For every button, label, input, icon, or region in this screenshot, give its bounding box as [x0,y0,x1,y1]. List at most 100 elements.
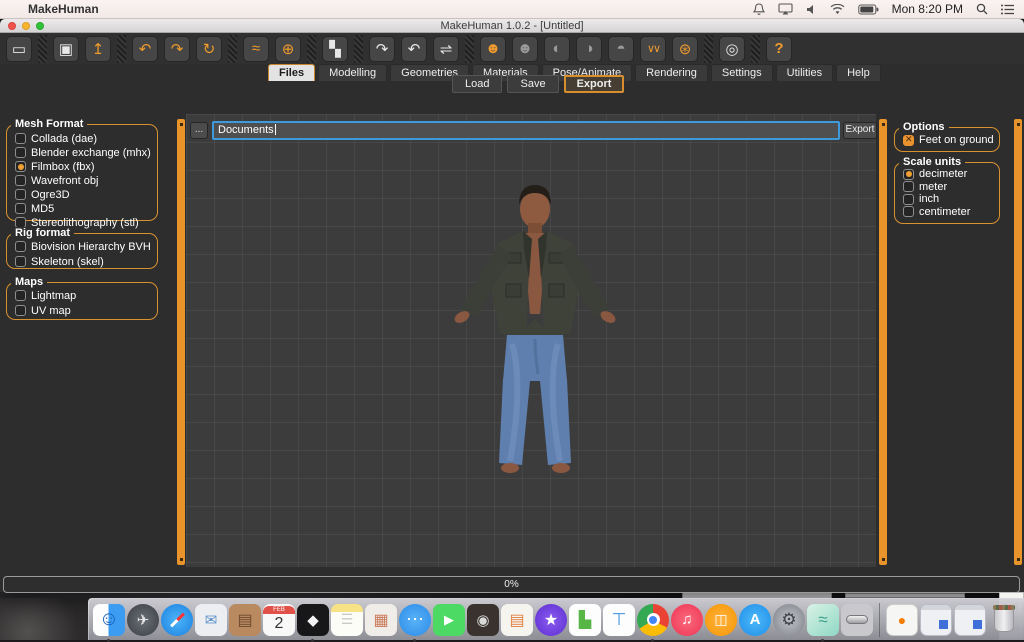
redo-icon[interactable]: ↷ [164,36,190,62]
front-view-icon[interactable]: ☻ [480,36,506,62]
right-panel-scrollbar[interactable] [879,119,887,565]
blender-file-icon[interactable]: ● [886,604,918,636]
notification-center-icon[interactable] [1001,4,1014,15]
right-view-icon[interactable]: ◐ [544,36,570,62]
grab-body-icon[interactable]: ⊛ [672,36,698,62]
ibooks-icon[interactable]: ◫ [705,604,737,636]
scale-units-group: Scale units decimeter meter inch centime… [894,162,1000,224]
background-icon[interactable]: ▚ [322,36,348,62]
bottom-view-icon[interactable]: ∨∨ [640,36,666,62]
numbers-icon[interactable]: ▙ [569,604,601,636]
makehuman-icon[interactable]: ≈ [807,604,839,636]
3d-viewport[interactable] [186,114,876,567]
checkbox-feet-on-ground[interactable]: Feet on ground [903,134,999,147]
radio-ogre3d[interactable]: Ogre3D [15,189,157,202]
reload-icon[interactable]: ↻ [196,36,222,62]
top-view-icon[interactable]: ◓ [608,36,634,62]
load-icon[interactable]: ↥ [85,36,111,62]
keynote-icon[interactable]: ⊤ [603,604,635,636]
spotlight-search-icon[interactable] [976,3,988,15]
radio-decimeter[interactable]: decimeter [903,168,999,181]
tab-help[interactable]: Help [836,64,881,81]
subtab-export[interactable]: Export [564,75,625,93]
unity-icon[interactable]: ◆ [297,604,329,636]
battery-icon[interactable] [858,4,879,15]
tab-settings[interactable]: Settings [711,64,773,81]
tab-modelling[interactable]: Modelling [318,64,387,81]
radio-inch[interactable]: inch [903,193,999,206]
subtab-load[interactable]: Load [452,75,502,93]
toolbar-separator [307,35,316,63]
help-icon[interactable]: ? [766,36,792,62]
checkbox-bvh[interactable]: Biovision Hierarchy BVH [15,241,157,254]
left-view-icon[interactable]: ◑ [576,36,602,62]
chrome-icon[interactable] [637,604,669,636]
tab-utilities[interactable]: Utilities [776,64,833,81]
sysprefs-icon[interactable]: ⚙ [773,604,805,636]
progress-bar: 0% [3,576,1020,593]
options-group: Options Feet on ground [894,127,1000,152]
safari-icon[interactable] [161,604,193,636]
radio-wavefront-obj[interactable]: Wavefront obj [15,175,157,188]
finder-window-icon-2[interactable] [954,604,986,636]
photobooth-icon[interactable]: ◉ [467,604,499,636]
radio-centimeter[interactable]: centimeter [903,206,999,219]
rotate-right-icon[interactable]: ↷ [369,36,395,62]
launchpad-icon[interactable]: ✈ [127,604,159,636]
smooth-icon[interactable]: ≈ [243,36,269,62]
mail-icon[interactable]: ✉ [195,604,227,636]
reset-view-icon[interactable]: ⇌ [433,36,459,62]
checkbox-uvmap[interactable]: UV map [15,305,157,318]
save-icon[interactable]: ▣ [53,36,79,62]
maps-group: Maps Lightmap UV map [6,282,158,320]
app-menu-title[interactable]: MakeHuman [28,2,99,16]
messages-icon[interactable]: ⋯ [399,604,431,636]
checkbox-lightmap[interactable]: Lightmap [15,290,157,303]
radio-md5[interactable]: MD5 [15,203,157,216]
toolbar-separator [354,35,363,63]
window-titlebar[interactable]: MakeHuman 1.0.2 - [Untitled] [0,19,1024,33]
grab-screen-icon[interactable]: ◎ [719,36,745,62]
subtab-save[interactable]: Save [507,75,558,93]
checkbox-skeleton[interactable]: Skeleton (skel) [15,256,157,269]
browse-button[interactable]: ... [190,122,208,139]
facetime-icon[interactable]: ▶ [433,604,465,636]
toolbar-separator [751,35,760,63]
filename-input[interactable]: Documents [212,121,840,140]
radio-collada[interactable]: Collada (dae) [15,133,157,146]
menubar-clock[interactable]: Mon 8:20 PM [892,2,963,16]
news-icon[interactable]: ▤ [501,604,533,636]
stamps-icon[interactable]: ▦ [365,604,397,636]
files-export-panel: Mesh Format Collada (dae) Blender exchan… [0,93,1024,575]
volume-icon[interactable] [806,4,817,15]
appstore-icon[interactable]: A [739,604,771,636]
radio-meter[interactable]: meter [903,181,999,194]
wifi-icon[interactable] [830,4,845,15]
trash-icon[interactable] [988,604,1020,636]
finder-window-icon[interactable] [920,604,952,636]
tab-files[interactable]: Files [268,64,315,81]
undo-icon[interactable]: ↶ [132,36,158,62]
toolbar-separator [38,35,47,63]
pill-app-icon[interactable] [841,604,873,636]
notes-icon[interactable]: ☰ [331,604,363,636]
window-edge-scrollbar[interactable] [1014,119,1022,565]
bell-icon[interactable] [753,3,765,16]
finder-icon[interactable]: ☺ [93,604,125,636]
contacts-icon[interactable]: ▤ [229,604,261,636]
toolbar-separator [117,35,126,63]
left-panel-scrollbar[interactable] [177,119,185,565]
imovie-icon[interactable]: ★ [535,604,567,636]
human-model[interactable] [420,169,650,489]
radio-filmbox-fbx[interactable]: Filmbox (fbx) [15,161,157,174]
airplay-icon[interactable] [778,3,793,15]
tab-rendering[interactable]: Rendering [635,64,708,81]
wireframe-icon[interactable]: ⊕ [275,36,301,62]
itunes-icon[interactable]: ♫ [671,604,703,636]
export-button[interactable]: Export [843,122,877,139]
radio-blender-mhx[interactable]: Blender exchange (mhx) [15,147,157,160]
new-icon[interactable]: ▭ [6,36,32,62]
calendar-icon[interactable]: FEB2 [263,604,295,636]
rotate-left-icon[interactable]: ↶ [401,36,427,62]
back-view-icon[interactable]: ☻ [512,36,538,62]
